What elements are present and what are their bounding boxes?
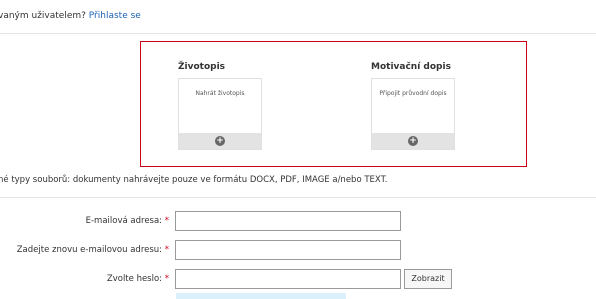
cover-letter-upload-card[interactable]: Připojit průvodní dopis + [371,78,455,150]
cv-upload-column: Životopis Nahrát životopis + [178,62,265,150]
cv-upload-card[interactable]: Nahrát životopis + [178,78,262,150]
plus-circle-icon[interactable]: + [408,136,418,146]
upload-section: Životopis Nahrát životopis + Motivační d… [140,41,527,167]
required-marker: * [164,245,169,255]
email-confirm-label-text: Zadejte znovu e-mailovou adresu: [16,245,163,255]
email-label: E-mailová adresa: * [86,216,169,226]
login-link[interactable]: Přihlaste se [89,11,141,21]
cv-upload-footer: + [179,133,261,149]
cv-upload-label: Nahrát životopis [195,90,245,97]
password-label-text: Zvolte heslo: [106,274,163,284]
cv-title: Životopis [178,62,226,72]
login-prompt: vaným uživatelem? Přihlaste se [0,11,141,21]
email-row: E-mailová adresa: * [0,211,596,233]
show-password-button[interactable]: Zobrazit [404,269,452,289]
email-confirm-row: Zadejte znovu e-mailovou adresu: * [0,240,596,262]
password-label: Zvolte heslo: * [107,274,169,284]
cover-letter-upload-label: Připojit průvodní dopis [379,90,447,97]
email-confirm-field[interactable] [175,240,401,260]
cover-letter-title: Motivační dopis [371,62,451,72]
file-types-note: né typy souborů: dokumenty nahrávejte po… [0,175,388,185]
plus-circle-icon[interactable]: + [215,136,225,146]
divider [0,33,596,34]
email-field[interactable] [175,211,401,231]
password-strength-bar [176,293,346,299]
divider [0,197,596,198]
cover-letter-upload-footer: + [372,133,454,149]
required-marker: * [164,274,169,284]
password-row: Zvolte heslo: * Zobrazit [0,269,596,291]
cover-letter-upload-column: Motivační dopis Připojit průvodní dopis … [371,62,458,150]
email-confirm-label: Zadejte znovu e-mailovou adresu: * [17,245,169,255]
required-marker: * [164,216,169,226]
login-prompt-text: vaným uživatelem? [0,11,89,21]
email-label-text: E-mailová adresa: [85,216,163,226]
password-field[interactable] [175,269,401,289]
